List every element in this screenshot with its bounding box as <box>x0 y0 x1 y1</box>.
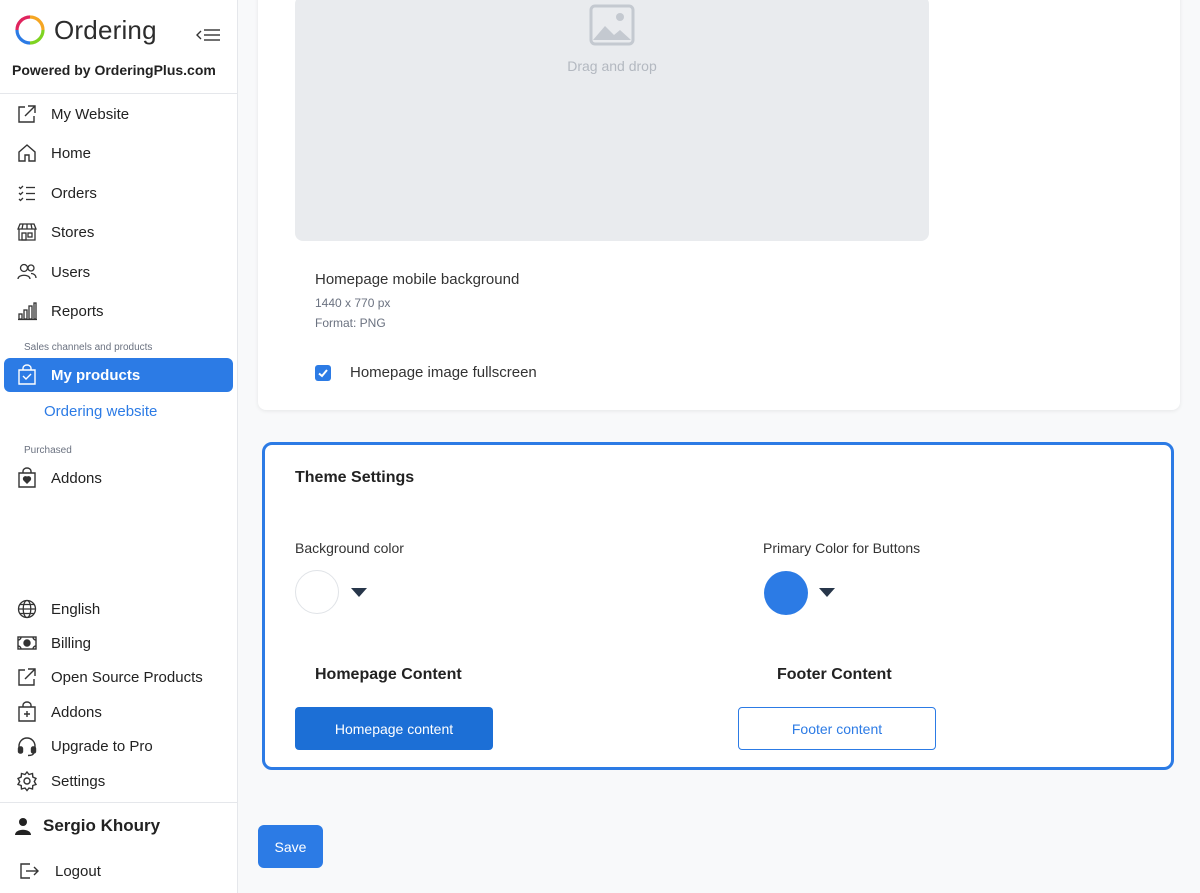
sidebar-item-billing[interactable]: Billing <box>4 626 233 660</box>
gear-icon <box>16 770 38 792</box>
sidebar-item-label: Billing <box>51 634 92 652</box>
sidebar-item-label: Home <box>51 144 92 162</box>
primary-color-swatch[interactable] <box>764 571 808 615</box>
brand[interactable]: Ordering <box>14 14 157 46</box>
user-name: Sergio Khoury <box>43 816 161 835</box>
sidebar-item-upgrade-to-pro[interactable]: Upgrade to Pro <box>4 729 233 763</box>
bag-heart-icon <box>16 467 38 489</box>
primary-color-dropdown-icon[interactable] <box>819 588 835 597</box>
globe-icon <box>16 598 38 620</box>
external-link-icon <box>16 103 38 125</box>
image-placeholder-icon <box>589 4 635 46</box>
sidebar-item-label: Upgrade to Pro <box>51 737 153 755</box>
sidebar-item-settings[interactable]: Settings <box>4 764 233 798</box>
sidebar-item-label: Stores <box>51 223 95 241</box>
ordering-logo-icon <box>15 15 45 45</box>
headset-icon <box>16 735 38 757</box>
section-label-purchased: Purchased <box>24 445 72 456</box>
sidebar-item-label: Settings <box>51 772 106 790</box>
fullscreen-checkbox-label: Homepage image fullscreen <box>350 364 537 381</box>
homepage-content-button[interactable]: Homepage content <box>295 707 493 750</box>
sidebar-item-label: My products <box>51 366 141 384</box>
sidebar-item-label: Reports <box>51 302 104 320</box>
sidebar-item-label: Open Source Products <box>51 668 203 686</box>
brand-name: Ordering <box>54 14 157 45</box>
fullscreen-checkbox[interactable] <box>315 365 331 381</box>
sidebar-item-orders[interactable]: Orders <box>4 176 233 210</box>
shop-icon <box>16 221 38 243</box>
logout-icon <box>18 860 40 882</box>
sidebar-item-label: Orders <box>51 184 97 202</box>
sidebar-item-label: Addons <box>51 469 102 487</box>
list-check-icon <box>16 182 38 204</box>
home-icon <box>16 142 38 164</box>
collapse-menu-icon <box>196 29 220 41</box>
theme-settings-card: Theme Settings Background color Primary … <box>262 442 1174 770</box>
user-profile[interactable]: Sergio Khoury <box>12 815 160 837</box>
homepage-content-title: Homepage Content <box>315 666 462 683</box>
background-title: Homepage mobile background <box>315 271 520 288</box>
logout-button[interactable]: Logout <box>18 860 101 882</box>
sidebar-item-home[interactable]: Home <box>4 136 233 170</box>
background-color-swatch[interactable] <box>295 570 339 614</box>
background-color-label: Background color <box>295 540 404 556</box>
sidebar-item-stores[interactable]: Stores <box>4 215 233 249</box>
cash-icon <box>16 632 38 654</box>
bag-check-icon <box>16 364 38 386</box>
sidebar-item-language[interactable]: English <box>4 592 233 626</box>
collapse-sidebar-button[interactable] <box>194 24 222 46</box>
homepage-background-card: Drag and drop Homepage mobile background… <box>258 0 1180 410</box>
sidebar-item-label: My Website <box>51 105 130 123</box>
sidebar-item-reports[interactable]: Reports <box>4 294 233 328</box>
background-size: 1440 x 770 px <box>315 296 391 310</box>
section-label-sales: Sales channels and products <box>24 342 153 353</box>
footer-content-button[interactable]: Footer content <box>738 707 936 750</box>
primary-color-label: Primary Color for Buttons <box>763 540 921 556</box>
bar-chart-icon <box>16 300 38 322</box>
external-link-icon <box>16 666 38 688</box>
sidebar-item-my-products[interactable]: My products <box>4 358 233 392</box>
person-icon <box>12 815 34 837</box>
sidebar-item-open-source-products[interactable]: Open Source Products <box>4 660 233 694</box>
main-content: Drag and drop Homepage mobile background… <box>238 0 1200 893</box>
background-format: Format: PNG <box>315 316 386 330</box>
logout-label: Logout <box>55 862 101 880</box>
sidebar-item-addons[interactable]: Addons <box>4 461 233 495</box>
sidebar-item-addons-bottom[interactable]: Addons <box>4 695 233 729</box>
sidebar-item-label: Users <box>51 263 91 281</box>
users-icon <box>16 261 38 283</box>
sidebar-item-users[interactable]: Users <box>4 255 233 289</box>
sidebar-item-label: English <box>51 600 101 618</box>
sidebar: Ordering Powered by OrderingPlus.com My … <box>0 0 238 893</box>
sidebar-divider <box>0 802 238 803</box>
powered-by-text: Powered by OrderingPlus.com <box>12 62 216 78</box>
sidebar-subitem-ordering-website[interactable]: Ordering website <box>44 403 157 420</box>
sidebar-item-label: Addons <box>51 703 102 721</box>
background-color-dropdown-icon[interactable] <box>351 588 367 597</box>
image-dropzone[interactable]: Drag and drop <box>295 0 929 241</box>
dropzone-text: Drag and drop <box>567 58 657 74</box>
theme-settings-title: Theme Settings <box>295 469 415 486</box>
save-button[interactable]: Save <box>258 825 323 868</box>
footer-content-title: Footer Content <box>777 666 892 683</box>
checkmark-icon <box>318 369 328 378</box>
bag-plus-icon <box>16 701 38 723</box>
sidebar-item-my-website[interactable]: My Website <box>4 97 233 131</box>
sidebar-divider <box>0 93 238 94</box>
